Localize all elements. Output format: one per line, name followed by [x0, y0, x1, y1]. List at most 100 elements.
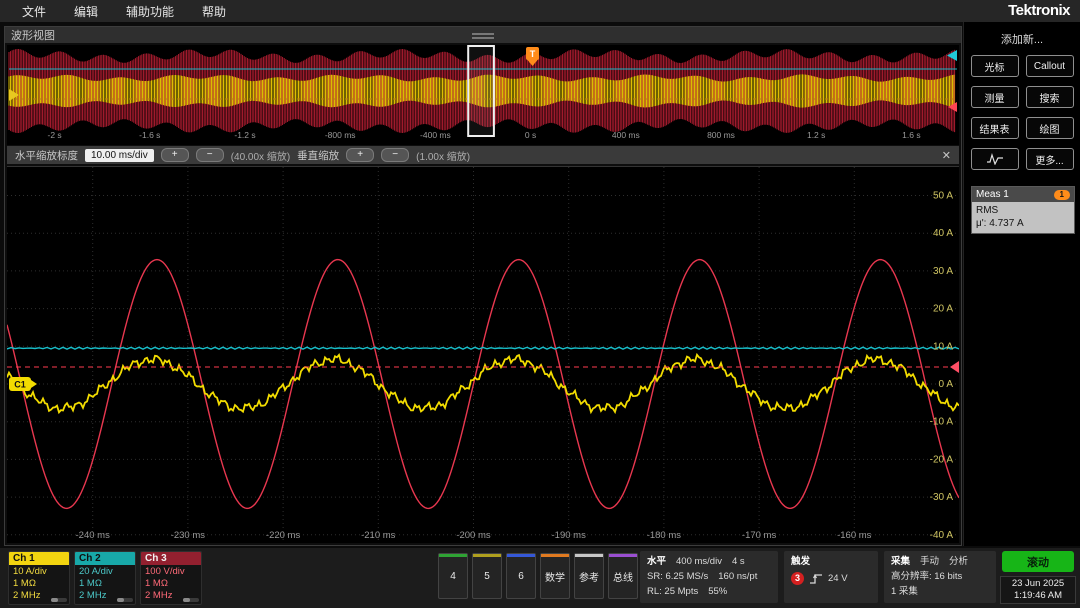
v-zoom-readout: (1.00x 缩放) — [416, 148, 470, 163]
y-tick-label: 40 A — [933, 228, 953, 239]
overview-time-label: 0 s — [525, 130, 536, 140]
acquisition-overview-strip[interactable]: -2 s-1.6 s-1.2 s-800 ms-400 ms0 s400 ms8… — [7, 45, 959, 145]
y-tick-label: 20 A — [933, 304, 953, 315]
channel-impedance: 1 MΩ — [79, 578, 135, 590]
sidebar-button-plot[interactable]: 绘图 — [1026, 117, 1074, 139]
v-zoom-out-button[interactable]: − — [381, 148, 409, 162]
acquisition-panel[interactable]: 采集 手动 分析 高分辨率: 16 bits 1 采集 — [884, 551, 996, 603]
ch1-ground-badge-pointer — [31, 380, 37, 388]
sidebar-button-more[interactable]: 更多... — [1026, 148, 1074, 170]
x-tick-label: -170 ms — [742, 530, 777, 541]
add-new-button-grid: 光标 Callout 测量 搜索 结果表 绘图 更多... — [964, 55, 1080, 170]
y-tick-label: -10 A — [930, 417, 954, 428]
right-sidebar: 添加新... 光标 Callout 测量 搜索 结果表 绘图 更多... Mea… — [963, 22, 1080, 546]
channel-scale: 20 A/div — [79, 566, 135, 578]
source-label: 6 — [518, 571, 524, 582]
source-color-strip — [439, 554, 467, 557]
source-label: 5 — [484, 571, 490, 582]
channel-scroll-handle — [183, 598, 199, 602]
overview-time-label: -1.2 s — [234, 130, 255, 140]
meas-value: μ': 4.737 A — [976, 217, 1070, 230]
ch2-waveform — [7, 347, 959, 349]
channel-badge-2[interactable]: Ch 2 20 A/div 1 MΩ 2 MHz — [74, 551, 136, 605]
tektronix-logo: Tektronix — [1008, 2, 1070, 19]
trigger-source-badge: 3 — [791, 572, 804, 585]
sidebar-button-cursor[interactable]: 光标 — [971, 55, 1019, 77]
x-tick-label: -190 ms — [552, 530, 587, 541]
channel-badges: Ch 1 10 A/div 1 MΩ 2 MHz Ch 2 20 A/div 1… — [8, 551, 202, 605]
source-color-strip — [609, 554, 637, 557]
channel-scroll-handle — [117, 598, 133, 602]
sidebar-button-results-table[interactable]: 结果表 — [971, 117, 1019, 139]
source-button-5[interactable]: 5 — [472, 553, 502, 599]
menu-help[interactable]: 帮助 — [202, 3, 226, 20]
y-tick-label: 0 A — [939, 379, 954, 390]
channel-impedance: 1 MΩ — [145, 578, 201, 590]
drag-handle-icon[interactable] — [472, 33, 494, 35]
channel-impedance: 1 MΩ — [13, 578, 69, 590]
h-zoom-out-button[interactable]: − — [196, 148, 224, 162]
sidebar-button-label: Callout — [1034, 61, 1065, 72]
waveform-view-panel: 波形视图 -2 s-1.6 s-1.2 s-800 ms-400 ms0 s40… — [4, 26, 962, 546]
y-tick-label: 50 A — [933, 191, 953, 202]
horizontal-resolution: 160 ns/pt — [718, 569, 757, 584]
sidebar-button-label: 结果表 — [980, 121, 1010, 136]
menu-items: 文件 编辑 辅助功能 帮助 — [0, 3, 226, 20]
source-buttons: 4 5 6 数学 参考 总线 — [438, 553, 638, 599]
bottom-settings-bar: Ch 1 10 A/div 1 MΩ 2 MHz Ch 2 20 A/div 1… — [0, 548, 1080, 608]
waveform-draw-icon — [986, 153, 1004, 165]
source-button-bus[interactable]: 总线 — [608, 553, 638, 599]
h-zoom-scale-label: 水平缩放标度 — [15, 148, 78, 163]
run-mode-button[interactable]: 滚动 — [1002, 551, 1074, 572]
h-zoom-readout: (40.00x 缩放) — [231, 148, 290, 163]
overview-time-label: 800 ms — [707, 130, 735, 140]
x-tick-label: -230 ms — [171, 530, 206, 541]
waveform-view-titlebar: 波形视图 — [5, 27, 961, 43]
trigger-panel[interactable]: 触发 3 24 V — [784, 551, 878, 603]
close-zoom-icon[interactable]: ✕ — [942, 149, 951, 162]
y-tick-label: 30 A — [933, 266, 953, 277]
overview-time-label: -400 ms — [420, 130, 451, 140]
menu-file[interactable]: 文件 — [22, 3, 46, 20]
y-tick-label: -40 A — [930, 530, 954, 541]
source-button-ref[interactable]: 参考 — [574, 553, 604, 599]
y-tick-label: -30 A — [930, 492, 954, 503]
source-color-strip — [575, 554, 603, 557]
menu-bar: 文件 编辑 辅助功能 帮助 Tektronix — [0, 0, 1080, 22]
add-new-label: 添加新... — [964, 31, 1080, 47]
sidebar-button-callout[interactable]: Callout — [1026, 55, 1074, 77]
source-button-math[interactable]: 数学 — [540, 553, 570, 599]
menu-edit[interactable]: 编辑 — [74, 3, 98, 20]
x-tick-label: -220 ms — [266, 530, 301, 541]
acquisition-mode2: 分析 — [949, 554, 968, 569]
horizontal-panel[interactable]: 水平 400 ms/div 4 s SR: 6.25 MS/s 160 ns/p… — [640, 551, 778, 603]
source-button-6[interactable]: 6 — [506, 553, 536, 599]
meas-badge-body: RMS μ': 4.737 A — [972, 202, 1074, 233]
sidebar-button-measure[interactable]: 测量 — [971, 86, 1019, 108]
menu-utility[interactable]: 辅助功能 — [126, 3, 174, 20]
acquisition-count: 1 采集 — [891, 584, 918, 599]
channel-name: Ch 2 — [75, 552, 135, 565]
x-tick-label: -180 ms — [647, 530, 682, 541]
source-button-4[interactable]: 4 — [438, 553, 468, 599]
overview-time-label: -800 ms — [325, 130, 356, 140]
h-zoom-in-button[interactable]: + — [161, 148, 189, 162]
source-label: 数学 — [545, 569, 565, 584]
zoom-waveform-plot[interactable]: -240 ms-230 ms-220 ms-210 ms-200 ms-190 … — [7, 166, 959, 543]
meas-title: Meas 1 — [976, 189, 1009, 200]
sidebar-button-search[interactable]: 搜索 — [1026, 86, 1074, 108]
date-text: 23 Jun 2025 — [1012, 578, 1064, 590]
zoom-window[interactable] — [468, 46, 494, 136]
channel-badge-3[interactable]: Ch 3 100 V/div 1 MΩ 2 MHz — [140, 551, 202, 605]
channel-settings: 20 A/div 1 MΩ 2 MHz — [75, 565, 135, 602]
channel-badge-1[interactable]: Ch 1 10 A/div 1 MΩ 2 MHz — [8, 551, 70, 605]
waveform-view-title: 波形视图 — [11, 27, 55, 43]
v-zoom-in-button[interactable]: + — [346, 148, 374, 162]
sidebar-button-draw[interactable] — [971, 148, 1019, 170]
meas-badge-panel[interactable]: Meas 1 1 RMS μ': 4.737 A — [971, 186, 1075, 234]
channel-settings: 100 V/div 1 MΩ 2 MHz — [141, 565, 201, 602]
channel-name: Ch 3 — [141, 552, 201, 565]
trigger-level-marker[interactable] — [950, 361, 959, 373]
x-tick-label: -240 ms — [76, 530, 111, 541]
h-zoom-scale-value[interactable]: 10.00 ms/div — [85, 149, 154, 162]
